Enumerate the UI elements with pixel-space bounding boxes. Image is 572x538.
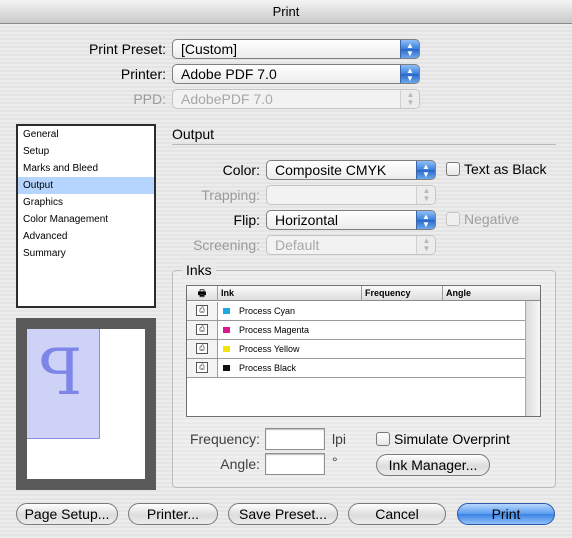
ink-name: Process Yellow [239,344,300,354]
ink-swatch-icon [223,308,230,314]
inks-table: 🖶 Ink Frequency Angle ⎙ Process Cyan ⎙ P… [186,285,541,417]
print-preset-label: Print Preset: [88,41,166,57]
column-header-frequency[interactable]: Frequency [362,286,443,301]
save-preset-button[interactable]: Save Preset... [228,503,338,525]
sidebar-item-setup[interactable]: Setup [18,143,154,160]
printer-label: Printer: [120,66,166,82]
frequency-field[interactable] [265,428,325,450]
flip-popup[interactable]: Horizontal ▲ ▼ [266,210,436,230]
ink-swatch-icon [223,365,230,371]
inks-group-title: Inks [182,262,216,278]
printer-icon: ⎙ [196,343,208,354]
print-preset-popup[interactable]: [Custom] ▲ ▼ [172,39,420,59]
category-list: General Setup Marks and Bleed Output Gra… [16,124,156,308]
ink-name: Process Black [239,363,297,373]
ppd-label: PPD: [133,91,166,107]
section-title: Output [172,126,215,142]
negative-label: Negative [464,211,520,227]
updown-arrows-icon: ▲ ▼ [400,40,419,58]
inks-table-scrollbar[interactable] [525,301,540,416]
ink-swatch-icon [223,346,230,352]
page-setup-button[interactable]: Page Setup... [16,503,118,525]
sidebar-item-general[interactable]: General [18,126,154,143]
angle-field[interactable] [265,453,325,475]
printer-popup[interactable]: Adobe PDF 7.0 ▲ ▼ [172,64,420,84]
print-dialog: Print Print Preset: [Custom] ▲ ▼ Printer:… [0,0,572,538]
inks-table-header: 🖶 Ink Frequency Angle [187,286,540,301]
ink-swatch-icon [223,327,230,333]
angle-unit: ° [332,454,338,470]
printer-value: Adobe PDF 7.0 [181,66,277,82]
screening-value: Default [275,237,320,253]
sidebar-item-color-management[interactable]: Color Management [18,211,154,228]
ppd-value: AdobePDF 7.0 [181,91,273,107]
screening-popup: Default ▲ ▼ [266,235,436,255]
color-label: Color: [222,162,260,178]
page-preview: P [16,318,156,490]
sidebar-item-summary[interactable]: Summary [18,245,154,262]
sidebar-item-marks-and-bleed[interactable]: Marks and Bleed [18,160,154,177]
updown-arrows-icon: ▲ ▼ [400,65,419,83]
simulate-overprint-label: Simulate Overprint [394,431,510,447]
printer-icon: ⎙ [196,305,208,316]
column-header-angle[interactable]: Angle [443,286,540,301]
updown-arrows-icon: ▲ ▼ [400,90,419,108]
simulate-overprint-checkbox[interactable] [376,432,390,446]
preview-page: P [27,329,145,479]
color-popup[interactable]: Composite CMYK ▲ ▼ [266,160,436,180]
trapping-popup: ▲ ▼ [266,185,436,205]
print-preset-value: [Custom] [181,41,238,57]
printer-icon: ⎙ [196,362,208,373]
updown-arrows-icon: ▲ ▼ [416,161,435,179]
ink-row[interactable]: ⎙ Process Cyan [187,302,525,321]
flip-value: Horizontal [275,212,339,228]
text-as-black-label: Text as Black [464,161,547,177]
negative-checkbox [446,212,460,226]
sidebar-item-advanced[interactable]: Advanced [18,228,154,245]
ink-row[interactable]: ⎙ Process Yellow [187,340,525,359]
updown-arrows-icon: ▲ ▼ [416,186,435,204]
preview-glyph: P [39,336,83,410]
ink-row[interactable]: ⎙ Process Black [187,359,525,378]
text-as-black-checkbox[interactable] [446,162,460,176]
ink-name: Process Cyan [239,306,296,316]
color-value: Composite CMYK [275,162,387,178]
sidebar-item-output[interactable]: Output [18,177,154,194]
frequency-label: Frequency: [189,431,260,447]
ink-row[interactable]: ⎙ Process Magenta [187,321,525,340]
ppd-popup: AdobePDF 7.0 ▲ ▼ [172,89,420,109]
ink-manager-button[interactable]: Ink Manager... [376,454,490,476]
printer-icon: ⎙ [196,324,208,335]
trapping-label: Trapping: [201,187,260,203]
printer-button[interactable]: Printer... [128,503,218,525]
cancel-button[interactable]: Cancel [348,503,446,525]
column-header-ink[interactable]: Ink [218,286,362,301]
printer-column-icon[interactable]: 🖶 [187,286,218,301]
updown-arrows-icon: ▲ ▼ [416,236,435,254]
screening-label: Screening: [193,237,260,253]
print-toggle-cell[interactable]: ⎙ [187,321,218,339]
updown-arrows-icon: ▲ ▼ [416,211,435,229]
print-toggle-cell[interactable]: ⎙ [187,340,218,358]
section-divider [172,144,556,145]
print-button[interactable]: Print [457,503,555,525]
window-title: Print [0,0,572,24]
print-toggle-cell[interactable]: ⎙ [187,302,218,320]
angle-label: Angle: [220,456,260,472]
preview-printable-area: P [27,329,100,439]
flip-label: Flip: [233,212,260,228]
ink-name: Process Magenta [239,325,310,335]
print-toggle-cell[interactable]: ⎙ [187,359,218,377]
sidebar-item-graphics[interactable]: Graphics [18,194,154,211]
frequency-unit: lpi [332,431,347,447]
